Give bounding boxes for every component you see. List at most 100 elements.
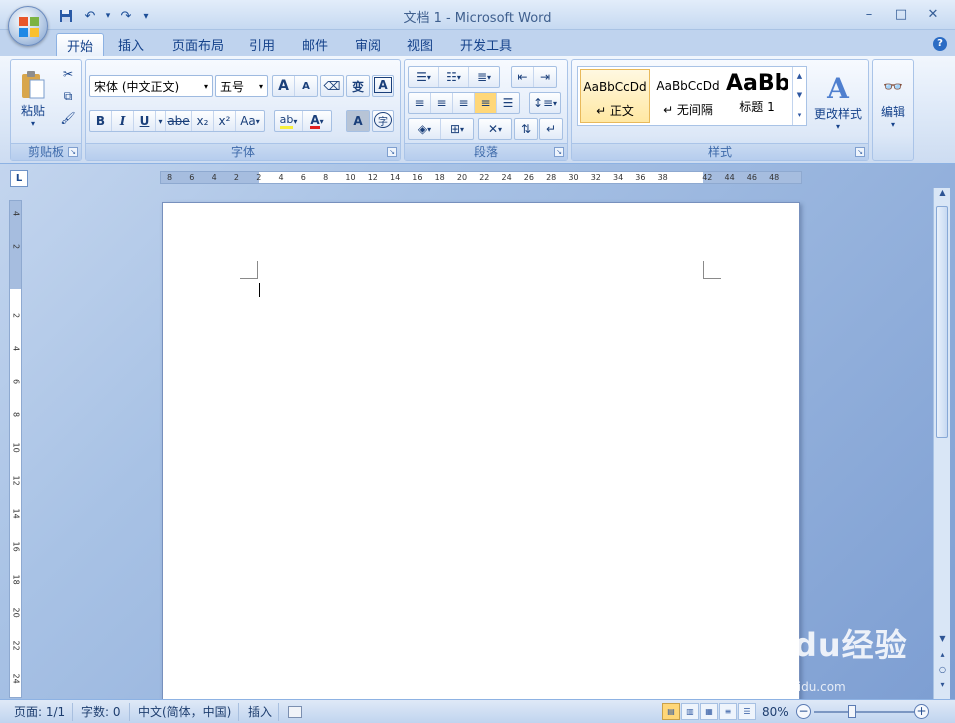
document-page[interactable] xyxy=(162,202,800,702)
tab-home[interactable]: 开始 xyxy=(56,33,105,56)
draft-icon[interactable]: ☰ xyxy=(738,703,756,720)
align-center-icon[interactable]: ≡ xyxy=(431,93,453,113)
char-border-button[interactable]: A xyxy=(374,77,392,93)
paste-icon xyxy=(22,71,45,99)
shading-button[interactable]: ◈ ▾ xyxy=(409,119,441,139)
zoom-level[interactable]: 80% xyxy=(762,704,789,720)
change-styles-button[interactable]: A 更改样式 ▾ xyxy=(810,66,866,138)
change-case-button[interactable]: Aa ▾ xyxy=(236,111,264,131)
paste-button[interactable]: 粘贴 ▾ xyxy=(15,64,51,134)
scroll-up-icon[interactable]: ▲ xyxy=(934,188,951,202)
gallery-scroll: ▲ ▼ ▾ xyxy=(792,67,806,125)
show-marks-icon[interactable]: ↵ xyxy=(540,119,562,139)
style-heading-1[interactable]: AaBb 标题 1 xyxy=(726,69,788,123)
tab-selector[interactable]: L xyxy=(10,170,28,187)
align-right-icon[interactable]: ≡ xyxy=(453,93,475,113)
full-screen-reading-icon[interactable]: ▥ xyxy=(681,703,699,720)
underline-button[interactable]: U xyxy=(134,111,156,131)
gallery-down-icon[interactable]: ▼ xyxy=(793,86,806,105)
tab-developer[interactable]: 开发工具 xyxy=(450,33,522,56)
tab-review[interactable]: 审阅 xyxy=(345,33,391,56)
superscript-button[interactable]: x² xyxy=(214,111,236,131)
ruler-tick-label: 10 xyxy=(345,173,356,182)
tab-references[interactable]: 引用 xyxy=(239,33,285,56)
ruler-tick-label: 10 xyxy=(11,442,21,453)
style-no-spacing[interactable]: AaBbCcDd ↵ 无间隔 xyxy=(653,69,723,123)
font-name-select[interactable]: 宋体 (中文正文) ▾ xyxy=(89,75,213,97)
shrink-font-button[interactable]: A xyxy=(295,76,317,96)
maximize-button[interactable]: □ xyxy=(887,4,915,24)
clipboard-launcher-icon[interactable]: ↘ xyxy=(68,147,78,157)
grow-font-button[interactable]: A xyxy=(273,76,295,96)
scroll-thumb[interactable] xyxy=(936,206,948,438)
scroll-down-icon[interactable]: ▼ xyxy=(934,634,951,648)
style-normal[interactable]: AaBbCcDd ↵ 正文 xyxy=(580,69,650,123)
language-status[interactable]: 中文(简体，中国) xyxy=(138,704,231,720)
next-page-icon[interactable]: ▾ xyxy=(934,680,951,694)
increase-indent-icon[interactable]: ⇥ xyxy=(534,67,556,87)
tab-view[interactable]: 视图 xyxy=(397,33,443,56)
help-icon[interactable]: ? xyxy=(933,37,947,51)
subscript-button[interactable]: x₂ xyxy=(192,111,214,131)
copy-icon[interactable]: ⧉ xyxy=(57,86,79,106)
borders-button[interactable]: ⊞ ▾ xyxy=(441,119,473,139)
vertical-ruler[interactable]: 4 2 2 4 6 8 10 12 14 16 18 20 22 24 xyxy=(9,200,22,698)
bold-button[interactable]: B xyxy=(90,111,112,131)
phonetic-guide-button[interactable]: 变 xyxy=(347,76,369,96)
decrease-indent-icon[interactable]: ⇤ xyxy=(512,67,534,87)
font-launcher-icon[interactable]: ↘ xyxy=(387,147,397,157)
styles-group: AaBbCcDd ↵ 正文 AaBbCcDd ↵ 无间隔 AaBb 标题 1 ▲… xyxy=(571,59,869,161)
print-layout-icon[interactable]: ▤ xyxy=(662,703,680,720)
browse-object-icon[interactable]: ○ xyxy=(934,665,951,679)
outline-icon[interactable]: ≡ xyxy=(719,703,737,720)
cut-icon[interactable]: ✂ xyxy=(57,64,79,84)
highlight-color-button[interactable]: ab ▾ xyxy=(275,111,303,131)
strikethrough-button[interactable]: abe xyxy=(166,111,192,131)
tab-mailings[interactable]: 邮件 xyxy=(292,33,338,56)
horizontal-ruler[interactable]: 8 6 4 2 2 4 6 8 10 12 14 16 18 20 22 24 26 28 30 32 34 36 38 42… xyxy=(160,171,802,184)
editing-button[interactable]: 👓 编辑 ▾ xyxy=(876,66,910,138)
paragraph-launcher-icon[interactable]: ↘ xyxy=(554,147,564,157)
multilevel-list-button[interactable]: ≣ ▾ xyxy=(469,67,499,87)
ruler-tick-label: 16 xyxy=(11,541,21,552)
ruler-tick-label: 22 xyxy=(11,640,21,651)
zoom-out-icon[interactable]: − xyxy=(796,704,811,719)
close-button[interactable]: ✕ xyxy=(919,4,947,24)
align-left-icon[interactable]: ≡ xyxy=(409,93,431,113)
vertical-scrollbar[interactable]: ▲ ▼ ▴ ○ ▾ xyxy=(933,188,950,699)
clear-format-icon[interactable]: ⌫ xyxy=(321,76,343,96)
numbering-button[interactable]: ☷ ▾ xyxy=(439,67,469,87)
prev-page-icon[interactable]: ▴ xyxy=(934,650,951,664)
underline-dropdown-icon[interactable]: ▾ xyxy=(156,111,166,131)
ruler-tick-label: 6 xyxy=(300,173,306,182)
tab-insert[interactable]: 插入 xyxy=(108,33,154,56)
font-size-select[interactable]: 五号 ▾ xyxy=(215,75,268,97)
sort-icon[interactable]: ⇅ xyxy=(515,119,537,139)
zoom-in-icon[interactable]: + xyxy=(914,704,929,719)
word-count[interactable]: 字数: 0 xyxy=(81,704,121,720)
chinese-layout-button[interactable]: ✕ ▾ xyxy=(479,119,511,139)
char-shading-button[interactable]: A xyxy=(347,111,369,131)
zoom-slider[interactable] xyxy=(814,711,914,713)
zoom-slider-thumb[interactable] xyxy=(848,705,856,718)
distributed-icon[interactable]: ☰ xyxy=(497,93,519,113)
justify-icon[interactable]: ≡ xyxy=(475,93,497,113)
insert-mode[interactable]: 插入 xyxy=(248,704,272,720)
italic-button[interactable]: I xyxy=(112,111,134,131)
styles-launcher-icon[interactable]: ↘ xyxy=(855,147,865,157)
gallery-up-icon[interactable]: ▲ xyxy=(793,67,806,86)
office-button[interactable] xyxy=(8,6,48,46)
minimize-button[interactable]: – xyxy=(855,4,883,24)
style-name: ↵ 正文 xyxy=(596,104,634,118)
page-count[interactable]: 页面: 1/1 xyxy=(14,704,65,720)
web-layout-icon[interactable]: ▦ xyxy=(700,703,718,720)
paragraph-group-label: 段落 xyxy=(405,143,567,160)
enclose-char-button[interactable]: 字 xyxy=(374,112,392,128)
font-color-button[interactable]: A ▾ xyxy=(303,111,331,131)
tab-page-layout[interactable]: 页面布局 xyxy=(162,33,234,56)
format-painter-icon[interactable]: 🖌 xyxy=(57,108,79,128)
line-spacing-button[interactable]: ↕≡ ▾ xyxy=(530,93,560,113)
macro-record-icon[interactable] xyxy=(288,706,302,718)
gallery-more-icon[interactable]: ▾ xyxy=(793,106,806,125)
bullets-button[interactable]: ☰ ▾ xyxy=(409,67,439,87)
